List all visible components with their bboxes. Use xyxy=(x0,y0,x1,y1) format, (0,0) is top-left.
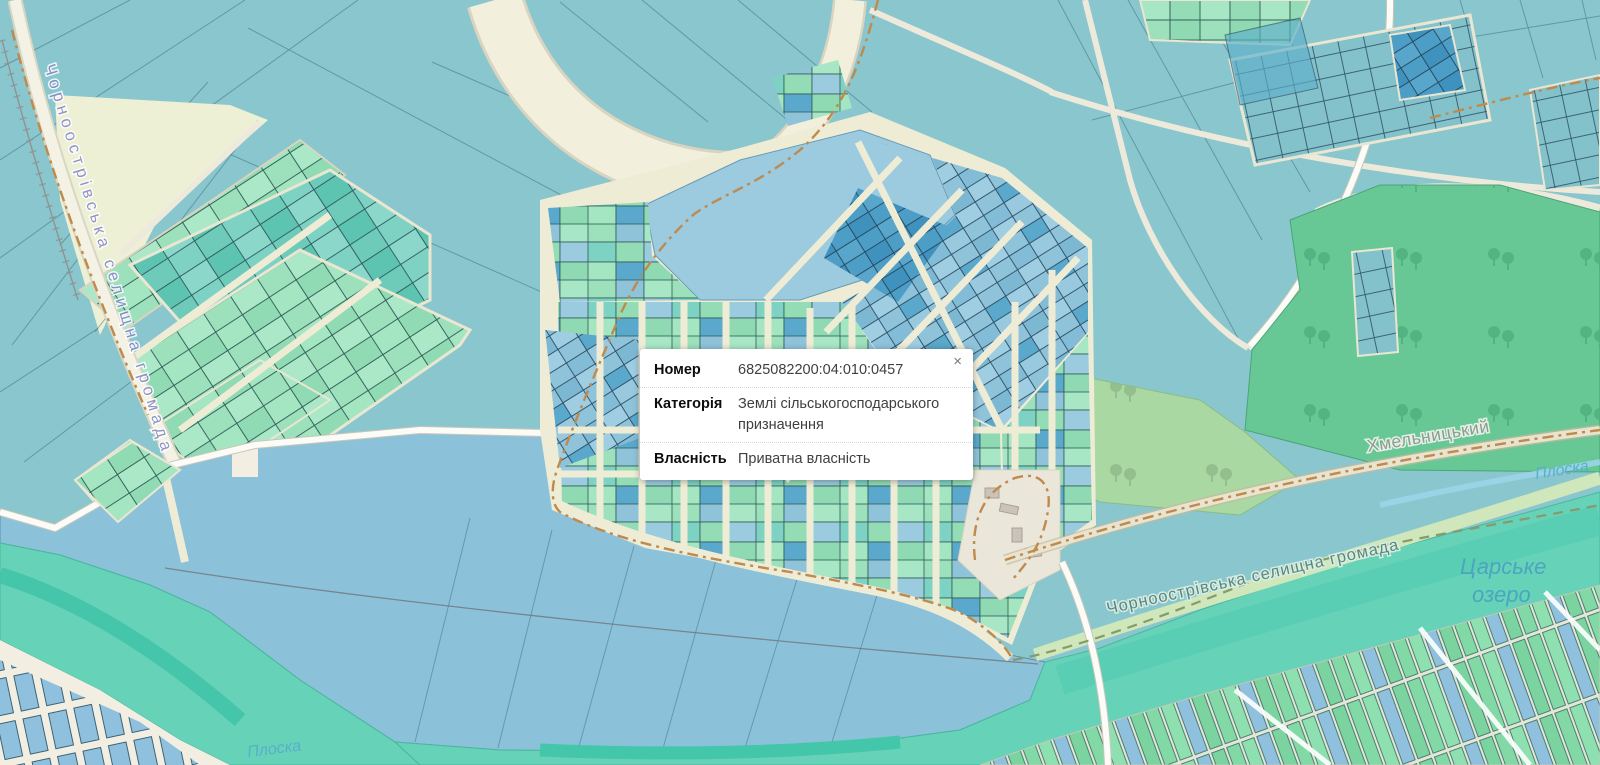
popup-label-ownership: Власність xyxy=(654,449,738,470)
popup-label-number: Номер xyxy=(654,360,738,381)
popup-value-ownership: Приватна власність xyxy=(738,449,959,470)
popup-row-category: Категорія Землі сільськогосподарського п… xyxy=(640,387,973,442)
popup-label-category: Категорія xyxy=(654,394,738,436)
lake-name-line1: Царське xyxy=(1460,554,1546,579)
popup-value-number: 6825082200:04:010:0457 xyxy=(738,360,959,381)
popup-close-button[interactable]: × xyxy=(951,352,964,371)
popup-value-category: Землі сільськогосподарського призначення xyxy=(738,394,959,436)
lake-name-line2: озеро xyxy=(1472,582,1531,607)
parcel-info-popup: × Номер 6825082200:04:010:0457 Категорія… xyxy=(640,349,973,480)
popup-row-ownership: Власність Приватна власність xyxy=(640,442,973,476)
cadastral-map-viewport: Чорноострівська селищна громада Чорноост… xyxy=(0,0,1600,765)
popup-row-number: Номер 6825082200:04:010:0457 xyxy=(640,354,973,387)
